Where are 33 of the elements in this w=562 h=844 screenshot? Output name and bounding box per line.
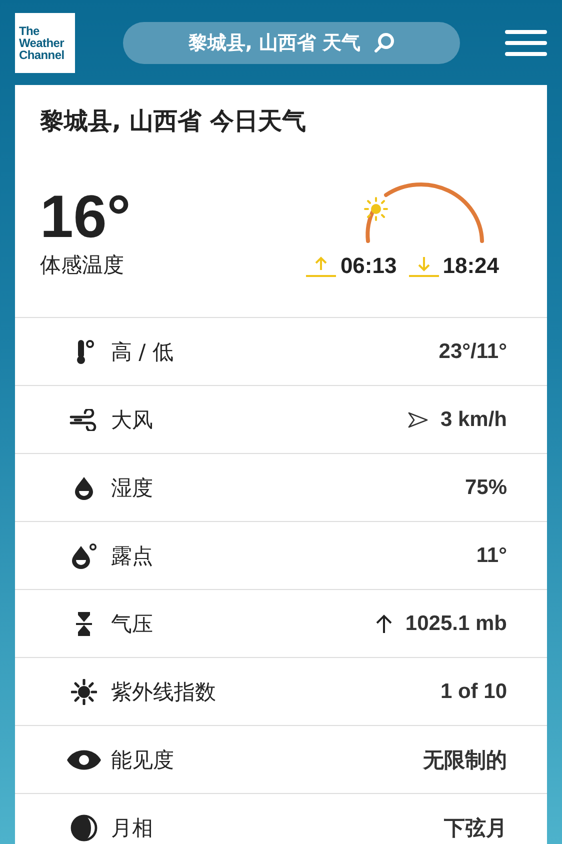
detail-label: 湿度 (111, 474, 153, 502)
temperature: 16° (40, 185, 131, 249)
water-drop-icon (74, 476, 94, 500)
feels-like-label: 体感温度 (40, 252, 125, 279)
sunrise-time: 06:13 (340, 253, 397, 279)
search-icon (372, 32, 395, 54)
menu-icon[interactable] (505, 28, 547, 56)
detail-value: 11° (476, 544, 507, 568)
wind-icon (69, 408, 99, 430)
logo[interactable]: The Weather Channel (15, 12, 75, 72)
detail-value: 75% (464, 476, 507, 500)
pressure-icon (74, 610, 94, 636)
sunset-icon (408, 254, 439, 278)
detail-value: 1025.1 mb (405, 612, 507, 636)
detail-label: 能见度 (111, 746, 174, 774)
detail-label: 大风 (111, 406, 153, 434)
moon-icon (70, 814, 98, 842)
detail-value: 无限制的 (423, 748, 507, 774)
detail-label: 气压 (111, 610, 153, 638)
sun-icon (71, 678, 97, 704)
detail-label: 露点 (111, 542, 153, 570)
card-title: 黎城县, 山西省 今日天气 (40, 106, 307, 137)
detail-label: 紫外线指数 (111, 678, 216, 706)
detail-value: 23°/11° (438, 340, 507, 364)
detail-value: 3 km/h (440, 408, 507, 432)
detail-label: 高 / 低 (111, 338, 174, 366)
sunrise-icon (306, 254, 336, 278)
dew-point-icon (71, 542, 97, 568)
eye-icon (66, 748, 102, 770)
detail-value: 下弦月 (444, 816, 507, 842)
sunset-time: 18:24 (442, 253, 499, 279)
detail-label: 月相 (111, 814, 153, 842)
detail-value: 1 of 10 (440, 680, 507, 704)
